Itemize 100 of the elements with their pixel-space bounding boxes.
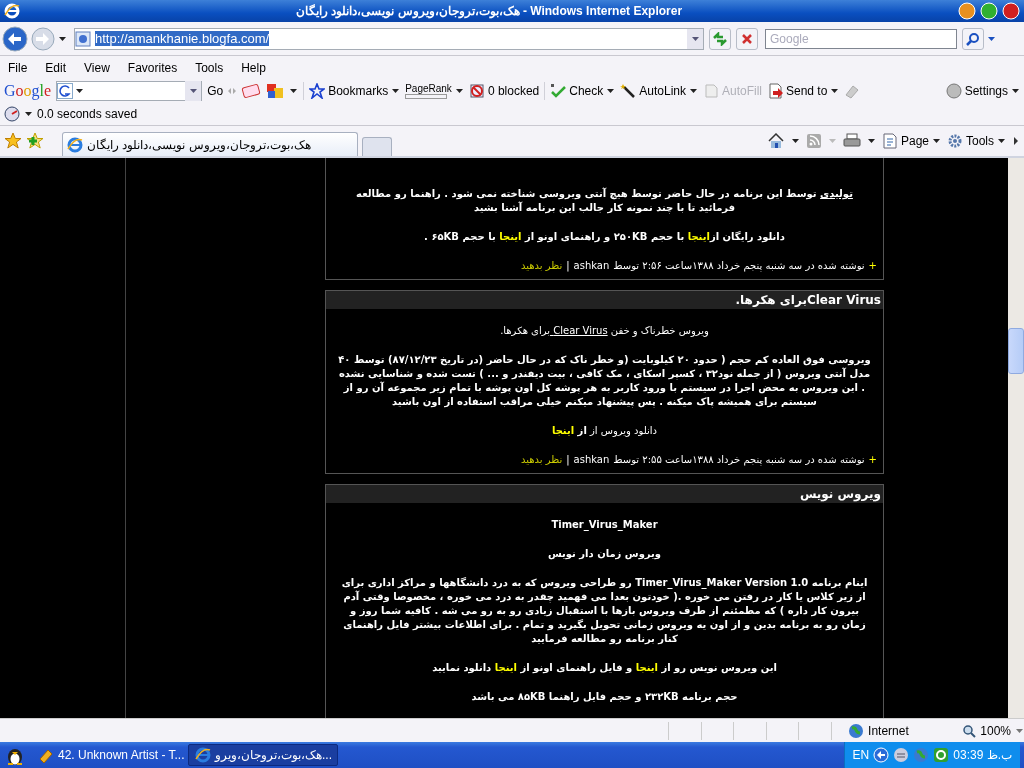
separator-text: |	[566, 453, 570, 467]
security-zone-text: Internet	[868, 723, 909, 738]
post-title: Clear Virusبرای هکرها.	[326, 291, 883, 309]
page-icon	[881, 133, 898, 149]
toolbar-item[interactable]: PageRank	[405, 83, 464, 99]
go-button[interactable]: Go	[207, 84, 224, 98]
g-icon	[57, 83, 74, 99]
download-link[interactable]: اینجا	[499, 231, 522, 242]
caret-icon	[391, 87, 401, 95]
menu-item[interactable]: View	[84, 61, 110, 75]
gear-icon	[947, 133, 963, 149]
spellcheck-icon	[550, 83, 567, 99]
toolbar-item[interactable]: AutoLink	[620, 83, 698, 99]
post-paragraph: تولیدی توسط این برنامه در حال حاضر توسط هیچ آنتی ویروسی شناخته نمی شود . راهنما رو مطالعه فرمائید تا با چند نمونه کار جالب این برنامه آشنا بشید	[355, 187, 854, 215]
back-button[interactable]	[2, 25, 28, 52]
caret-icon	[454, 87, 464, 95]
zoom-level[interactable]: 100%	[980, 723, 1011, 738]
toolbar-item: AutoFill	[702, 83, 762, 99]
blocks-icon[interactable]	[266, 82, 285, 100]
document-arrow-icon	[767, 83, 783, 99]
caret-icon[interactable]	[1011, 87, 1020, 95]
globe-icon	[848, 722, 865, 739]
caret-icon	[690, 34, 700, 43]
post-paragraph: ویروس زمان دار نویس	[546, 547, 663, 561]
taskbar-button[interactable]: 42. Unknown Artist - T...	[32, 744, 182, 766]
window-title: هک،بوت،تروجان،ویروس نویسی،دانلود رایگان - Windows Internet Explorer	[294, 4, 684, 18]
maximize-button[interactable]	[980, 2, 998, 20]
caret-icon[interactable]	[58, 34, 67, 43]
address-field[interactable]: http://amankhanie.blogfa.com/	[74, 27, 704, 50]
wand-icon	[620, 83, 637, 99]
gauge-icon[interactable]	[4, 105, 20, 122]
caret-icon[interactable]	[24, 109, 33, 118]
google-logo: Google	[4, 82, 52, 100]
stop-button[interactable]	[736, 27, 758, 50]
caret-icon[interactable]	[932, 137, 941, 145]
refresh-button[interactable]	[709, 27, 731, 50]
menu-item[interactable]: Help	[241, 61, 266, 75]
menu-button[interactable]: Page	[900, 134, 929, 148]
toolbar-item[interactable]: Check	[550, 83, 616, 99]
post-paragraph: دانلود ویروس از از اینجا	[550, 424, 659, 438]
blocked-icon	[468, 83, 485, 99]
browser-tab[interactable]: هک،بوت،تروجان،ویروس نویسی،دانلود رایگان	[62, 132, 358, 156]
pagerank-meter	[405, 94, 448, 99]
comment-link[interactable]: نظر بدهید	[520, 453, 563, 467]
caret-icon[interactable]	[997, 137, 1006, 145]
minimize-button[interactable]	[958, 2, 976, 20]
page-icon	[75, 30, 91, 47]
toolbar-item[interactable]: 0 blocked	[468, 83, 540, 99]
search-icon	[966, 31, 980, 46]
time-saved-text: 0.0 seconds saved	[37, 106, 138, 121]
text-link[interactable]: Clear Virus	[550, 325, 608, 336]
favorites-star-icon[interactable]	[4, 132, 22, 150]
square-tray-icon[interactable]	[933, 747, 950, 763]
settings-button[interactable]: Settings	[964, 84, 1008, 98]
ie-icon	[195, 747, 211, 763]
google-search-field[interactable]	[56, 81, 203, 101]
settings-icon	[945, 83, 962, 99]
caret-icon[interactable]	[790, 137, 800, 145]
ie-icon	[67, 136, 83, 153]
ie-icon	[4, 3, 20, 19]
search-button[interactable]	[962, 27, 984, 50]
dropdown-button[interactable]	[687, 28, 703, 49]
resize-handle-icon[interactable]	[228, 87, 237, 95]
download-link[interactable]: اینجا	[494, 662, 517, 673]
refresh-icon	[712, 31, 728, 46]
chevron-icon[interactable]	[1012, 136, 1020, 146]
menu-button[interactable]: Tools	[966, 134, 994, 148]
add-favorite-icon[interactable]	[26, 132, 44, 150]
search-field[interactable]: Google	[765, 28, 957, 49]
taskbar-button[interactable]: هک،بوت،تروجان،ویرو...	[188, 744, 338, 766]
post-paragraph: این ویروس نویس رو از اینجا و فایل راهنمای اونو از اینجا دانلود نمایید	[431, 661, 778, 675]
caret-icon[interactable]	[866, 137, 876, 145]
toolbar-item[interactable]: Send to	[767, 83, 840, 99]
comment-link[interactable]: نظر بدهید	[520, 259, 563, 273]
caret-icon[interactable]	[289, 87, 299, 95]
scrollbar[interactable]	[1008, 158, 1024, 718]
printer-icon[interactable]	[842, 133, 861, 149]
post-date-text: نوشته شده در سه شنبه پنجم خرداد ۱۳۸۸ساعت ۲:۵۵ توسط	[613, 453, 865, 467]
separator-text: |	[566, 259, 570, 273]
toolbar-item[interactable]: Bookmarks	[309, 83, 401, 99]
download-link[interactable]: اینجا	[687, 231, 710, 242]
menu-item[interactable]: Favorites	[127, 61, 178, 75]
author-name[interactable]: ashkan	[573, 453, 610, 467]
menu-item[interactable]: Tools	[195, 61, 224, 75]
home-icon[interactable]	[766, 133, 785, 149]
menu-item[interactable]: File	[8, 61, 28, 75]
caret-icon	[188, 87, 198, 95]
text-link[interactable]: تولیدی	[820, 188, 853, 199]
plus-sign: +	[868, 453, 877, 467]
caret-icon	[688, 87, 698, 95]
dropdown-button[interactable]	[185, 81, 202, 101]
close-button[interactable]	[1002, 2, 1020, 20]
download-link[interactable]: اینجا	[551, 425, 575, 436]
menu-item[interactable]: Edit	[45, 61, 67, 75]
caret-icon[interactable]	[987, 34, 996, 43]
post-paragraph: اینام برنامه Timer_Virus_Maker Version 1.0 رو طراحی ویروس که به درد دانشگاهها و مراکز اداری برای از زیر کلاس یا کار در رفتن می خوره .( خودتون بعدا می فهمید چقدر به درد می خوره ، مخصوصا وقتی آدم بیرون کار داره ) که مطمئنم از طرف ویروس بازها با استقبال زیادی رو به رو می شه . کافیه شما روز و زمان رو به برنامه بدین و از اون یه ویروس زمانی تحویل بگیرید و تمام . برای اطلاعات بیشتر فایل راهنمای کنار برنامه رو مطالعه فرمایید	[340, 576, 869, 646]
author-name[interactable]: ashkan	[573, 259, 610, 273]
scrollbar-thumb[interactable]	[1008, 328, 1024, 374]
download-link[interactable]: اینجا	[635, 662, 658, 673]
zoom-icon[interactable]	[962, 723, 977, 738]
